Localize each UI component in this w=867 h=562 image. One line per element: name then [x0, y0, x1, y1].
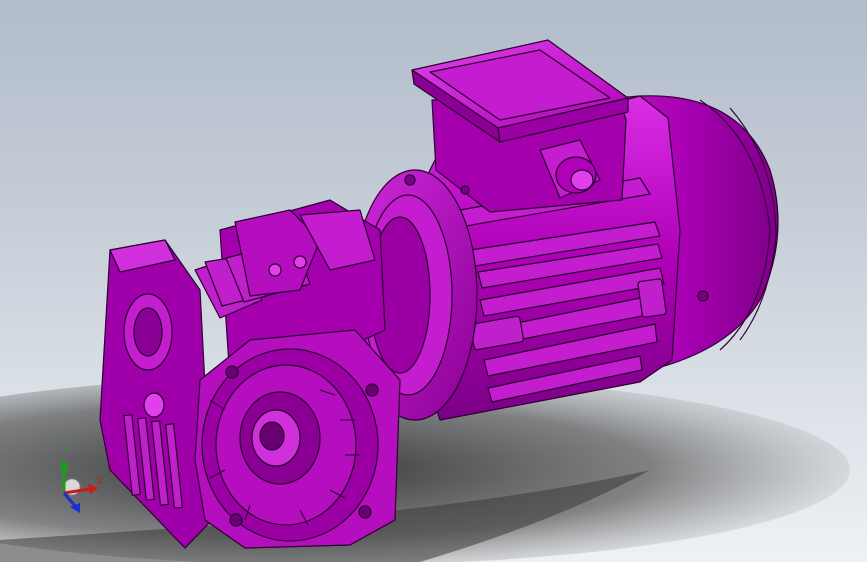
graphics-viewport[interactable]: Y X [0, 0, 867, 562]
coordinate-triad[interactable]: Y X [50, 445, 110, 520]
worm-gearbox[interactable] [99, 199, 401, 549]
y-axis-label: Y [62, 445, 68, 455]
model-view[interactable] [0, 0, 867, 562]
y-axis-arrow [59, 459, 69, 469]
x-axis-label: X [96, 477, 103, 487]
